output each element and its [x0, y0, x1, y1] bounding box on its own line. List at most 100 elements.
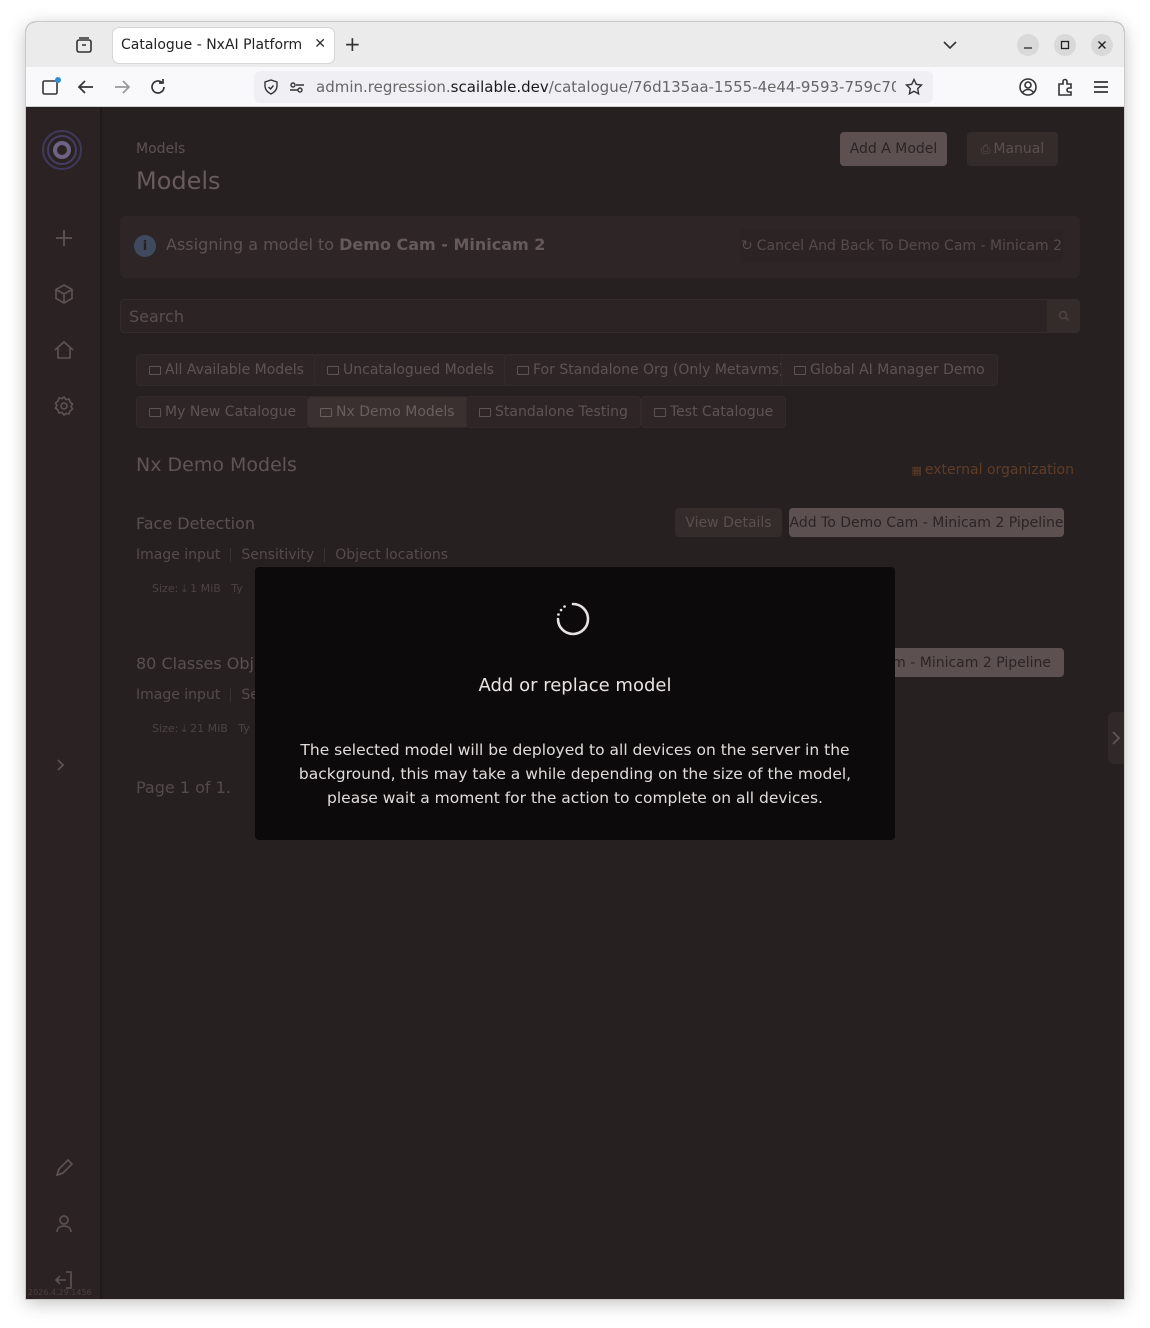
add-model-button[interactable]: Add A Model	[840, 132, 947, 166]
user-icon[interactable]	[52, 1212, 76, 1236]
size-prefix: Size:	[152, 722, 179, 735]
size-prefix: Size:	[152, 582, 179, 595]
cube-icon[interactable]	[52, 282, 76, 306]
tag: Image input	[136, 547, 221, 563]
app-viewport: 2026.4.29.1456 Models Models Add A Model…	[26, 108, 1124, 1299]
deploy-modal: Add or replace model The selected model …	[255, 567, 895, 840]
search-icon[interactable]	[1048, 299, 1080, 333]
add-icon[interactable]	[52, 226, 76, 250]
tag: Image input	[136, 687, 221, 703]
new-tab-icon[interactable]: +	[344, 33, 361, 55]
expand-sidebar-icon[interactable]	[54, 756, 68, 777]
folder-icon	[794, 365, 806, 375]
catalogue-title: Nx Demo Models	[136, 454, 297, 476]
minimize-icon[interactable]	[1017, 34, 1039, 56]
extensions-icon[interactable]	[1054, 76, 1076, 98]
manual-label: Manual	[993, 141, 1045, 157]
manual-button[interactable]: ⎙ Manual	[967, 132, 1058, 166]
back-icon[interactable]	[75, 76, 97, 98]
add-to-pipeline-button[interactable]: Add To Demo Cam - Minicam 2 Pipeline	[789, 508, 1064, 537]
assign-device: Demo Cam - Minicam 2	[339, 235, 546, 254]
folders-icon	[149, 365, 161, 375]
url-bar[interactable]: admin.regression.scailable.dev/catalogue…	[254, 71, 933, 103]
model-size: Size: ⤓ 21 MiB Ty	[152, 722, 250, 736]
undo-icon: ↻	[740, 238, 753, 254]
cancel-assign-button[interactable]: ↻ Cancel And Back To Demo Cam - Minicam 2	[740, 229, 1063, 263]
catalogue-chip-label: Uncatalogued Models	[343, 362, 494, 378]
download-icon: ⤓	[181, 722, 187, 735]
search-placeholder: Search	[129, 307, 184, 326]
catalogue-chip[interactable]: Test Catalogue	[641, 396, 787, 428]
pencil-icon[interactable]	[52, 1156, 76, 1180]
navigation-bar: admin.regression.scailable.dev/catalogue…	[26, 67, 1124, 107]
browser-window: Catalogue - NxAI Platform ✕ + admin.regr…	[26, 22, 1124, 1299]
model-tags: Image inputSen	[136, 687, 268, 703]
book-icon: ⎙	[980, 141, 991, 156]
catalogue-chip-label: Global AI Manager Demo	[810, 362, 985, 378]
modal-title: Add or replace model	[478, 675, 672, 696]
model-tags: Image input Sensitivity Object locations	[136, 547, 448, 563]
catalogue-chip[interactable]: All Available Models	[136, 354, 317, 386]
logo-icon[interactable]	[40, 128, 84, 172]
account-icon[interactable]	[1017, 76, 1039, 98]
building-icon: ▦	[911, 464, 922, 477]
tab-list-icon[interactable]	[72, 33, 96, 57]
type-prefix: Ty	[238, 722, 250, 735]
catalogue-chip-label: My New Catalogue	[165, 404, 297, 420]
folder-icon	[327, 365, 339, 375]
chevron-down-icon[interactable]	[940, 35, 960, 55]
catalogue-chip-label: Test Catalogue	[670, 404, 774, 420]
forward-icon[interactable]	[111, 76, 133, 98]
home-icon[interactable]	[52, 338, 76, 362]
url-prefix: admin.regression.	[316, 78, 451, 96]
tab-close-icon[interactable]: ✕	[314, 36, 326, 52]
url-path: /catalogue/76d135aa-1555-4e44-9593-759c7…	[548, 78, 896, 96]
modal-message: The selected model will be deployed to a…	[298, 741, 852, 807]
catalogue-chip-label: All Available Models	[165, 362, 304, 378]
catalogue-chip-label: For Standalone Org (Only Metavms)	[533, 362, 785, 378]
menu-icon[interactable]	[1090, 76, 1112, 98]
tag: Sensitivity	[241, 547, 315, 563]
url-text: admin.regression.scailable.dev/catalogue…	[316, 78, 896, 96]
folder-icon	[517, 365, 529, 375]
star-icon[interactable]	[904, 77, 924, 101]
model-name: Face Detection	[136, 514, 255, 533]
catalogue-chip[interactable]: Standalone Testing	[466, 396, 641, 428]
close-window-icon[interactable]	[1091, 34, 1113, 56]
permissions-icon[interactable]	[288, 78, 306, 100]
view-details-button[interactable]: View Details	[675, 508, 782, 537]
catalogue-owner: ▦ external organization	[911, 462, 1074, 478]
maximize-icon[interactable]	[1054, 34, 1076, 56]
page-title: Models	[136, 167, 221, 195]
catalogue-chip-label: Standalone Testing	[495, 404, 628, 420]
catalogue-owner-label: external organization	[924, 462, 1074, 478]
catalogue-chip[interactable]: Global AI Manager Demo	[781, 354, 998, 386]
version-label: 2026.4.29.1456	[28, 1288, 92, 1297]
sidebar-toggle-icon[interactable]	[40, 76, 62, 98]
pagination: Page 1 of 1.	[136, 778, 231, 797]
catalogue-chip-active[interactable]: Nx Demo Models	[307, 396, 468, 428]
settings-icon[interactable]	[52, 394, 76, 418]
model-size: Size: ⤓ 1 MiB Ty	[152, 582, 243, 596]
folder-icon	[320, 407, 332, 417]
catalogue-chip-label: Nx Demo Models	[336, 404, 455, 420]
folder-icon	[149, 407, 161, 417]
catalogue-chip[interactable]: My New Catalogue	[136, 396, 310, 428]
reload-icon[interactable]	[147, 76, 169, 98]
catalogue-chip[interactable]: For Standalone Org (Only Metavms)	[504, 354, 798, 386]
chevron-right-icon[interactable]	[1108, 712, 1124, 764]
download-icon: ⤓	[181, 582, 187, 595]
catalogue-chip[interactable]: Uncatalogued Models	[314, 354, 507, 386]
shield-icon[interactable]	[262, 78, 280, 100]
breadcrumb[interactable]: Models	[136, 141, 185, 157]
folder-icon	[479, 407, 491, 417]
assign-prefix: Assigning a model to	[166, 235, 340, 254]
assign-info-banner: i Assigning a model to Demo Cam - Minica…	[120, 216, 1080, 278]
type-prefix: Ty	[231, 582, 243, 595]
tag: Object locations	[335, 547, 449, 563]
search-input[interactable]: Search	[120, 299, 1048, 333]
browser-tab[interactable]: Catalogue - NxAI Platform ✕	[113, 28, 334, 63]
cancel-assign-label: Cancel And Back To Demo Cam - Minicam 2	[756, 238, 1063, 254]
folder-icon	[654, 407, 666, 417]
info-icon: i	[134, 235, 156, 257]
